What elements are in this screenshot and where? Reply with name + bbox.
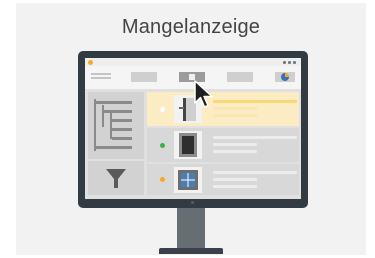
list-item xyxy=(147,164,299,195)
toolbar-button-3 xyxy=(227,72,253,82)
cabinet-thumbnail-icon xyxy=(174,131,202,159)
minimize-icon xyxy=(283,61,286,64)
list-item xyxy=(147,128,299,162)
tree-view-icon xyxy=(94,99,132,151)
window-titlebar xyxy=(85,58,301,66)
monitor-stand-base xyxy=(159,248,223,254)
status-dot-orange xyxy=(160,177,165,182)
sidebar-filter-panel xyxy=(88,161,144,195)
toolbar-button-1 xyxy=(131,72,157,82)
hamburger-icon xyxy=(91,73,111,83)
window-thumbnail-icon xyxy=(174,167,202,193)
status-dot-green xyxy=(160,143,165,148)
maximize-icon xyxy=(288,61,291,64)
power-led xyxy=(191,201,194,204)
monitor-stand-neck xyxy=(177,208,205,248)
list-item xyxy=(147,92,299,126)
app-icon xyxy=(88,59,93,65)
page-title: Mangelanzeige xyxy=(121,16,261,38)
status-dot-yellow xyxy=(160,107,165,112)
toolbar-button-chart xyxy=(275,72,295,82)
funnel-icon xyxy=(106,169,126,188)
monitor-illustration xyxy=(78,51,308,208)
pie-chart-icon xyxy=(281,73,289,81)
sidebar-tree-panel xyxy=(88,92,144,159)
mouse-pointer-icon xyxy=(194,80,213,108)
close-icon xyxy=(293,61,296,64)
